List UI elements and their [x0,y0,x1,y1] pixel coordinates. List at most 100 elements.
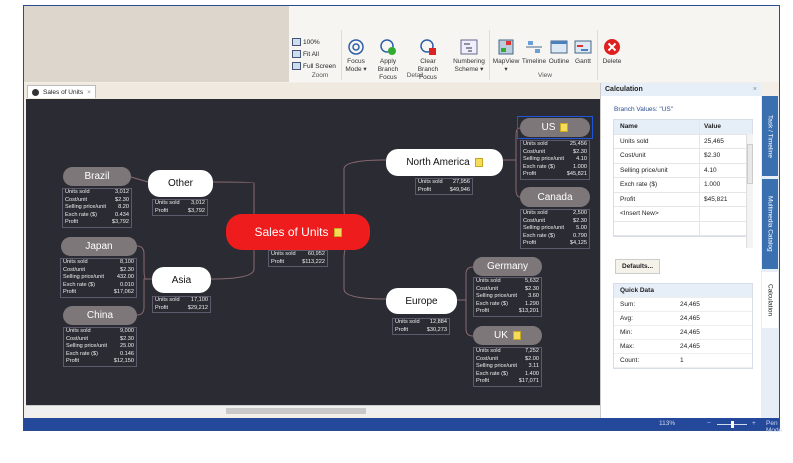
data-row: Cost/unit $2.00 [476,356,539,364]
note-icon[interactable] [474,158,483,167]
cell-value: 4.10 [704,166,717,174]
data-label: Selling price/unit [523,225,565,232]
delete-button[interactable]: Delete [600,38,624,66]
data-value: 8.20 [118,204,129,211]
grid-row[interactable]: Max: 24,465 [614,340,752,354]
data-row: Selling price/unit 8.20 [65,204,129,212]
data-value: $2.30 [120,335,134,342]
data-value: 2,500 [573,210,587,216]
data-value: 9,000 [120,328,134,334]
mind-map-canvas[interactable]: Sales of Units Units sold 60,952 Profit $113… [26,99,600,405]
topic-europe[interactable]: Europe [386,288,457,314]
data-row: Cost/unit $2.30 [65,197,129,205]
close-tab-icon[interactable]: × [87,89,91,96]
defaults-button[interactable]: Defaults... [615,259,661,274]
grid-row[interactable]: Min: 24,465 [614,326,752,340]
status-bar: 113% − + Pen Mode [24,418,782,434]
data-label: Selling price/unit [523,156,565,163]
grid-row[interactable]: Selling price/unit 4.10 [614,163,752,178]
cell-name [614,221,700,235]
zoom-100-button[interactable]: 100% [292,38,320,46]
timeline-button[interactable]: Timeline [521,38,547,66]
grid-row[interactable]: Sum: 24,465 [614,298,752,312]
data-row: Units sold 60,952 [271,251,325,259]
topic-japan[interactable]: Japan [61,237,137,256]
data-value: $49,946 [449,186,470,193]
zoom-slider-thumb[interactable] [731,421,734,428]
cell-name: Exch rate ($) [614,178,700,192]
cell-name: Selling price/unit [614,163,700,177]
data-value: 1.290 [525,300,539,307]
cell-name: Sum: [620,301,636,308]
document-tab[interactable]: Sales of Units × [27,85,96,98]
data-row: Exch rate ($) 1.400 [476,371,539,379]
topic-other[interactable]: Other [148,170,213,197]
data-row: Exch rate ($) 0.790 [523,233,587,241]
data-label: Units sold [476,278,501,284]
tab-calculation[interactable]: Calculation [762,272,778,328]
topic-asia[interactable]: Asia [152,267,211,293]
note-icon[interactable] [333,227,342,237]
zoom-out-button[interactable]: − [707,420,711,427]
horizontal-scrollbar[interactable] [26,405,600,415]
tab-multimedia-catalog[interactable]: Multimedia Catalog [762,179,778,269]
grid-scrollbar[interactable] [746,134,753,248]
topic-label: UK [494,330,508,341]
data-value: $2.00 [525,355,539,362]
topic-germany[interactable]: Germany [473,257,542,276]
grid-row[interactable]: Profit $45,821 [614,192,752,207]
data-row: Profit $13,201 [476,308,539,316]
topic-data-table: Units sold 3,012 Profit $3,792 [152,199,208,217]
data-value: 3.11 [528,363,539,370]
grid-row[interactable]: Exch rate ($) 1.000 [614,178,752,193]
scrollbar-thumb[interactable] [226,408,366,414]
tab-task-timeline[interactable]: Task / Timeline [762,96,778,176]
data-label: Units sold [395,319,420,325]
data-label: Profit [66,358,80,365]
fit-all-button[interactable]: Fit All [292,50,319,58]
cell-name: Profit [614,192,700,206]
topic-data-table: Units sold 9,000 Cost/unit $2.30 Selling pri… [63,327,137,367]
grid-row[interactable]: Avg: 24,465 [614,312,752,326]
topic-canada[interactable]: Canada [520,187,590,207]
cell-name: Cost/unit [614,149,700,163]
pen-mode-label: Pen Mode [766,420,783,434]
gantt-button[interactable]: Gantt [572,38,594,66]
grid-row[interactable]: Count: 1 [614,354,752,368]
data-value: 432.00 [116,274,134,281]
grid-row[interactable] [614,221,752,236]
data-row: Profit $3,792 [65,219,129,227]
data-row: Cost/unit $2.30 [523,218,587,226]
data-row: Units sold 3,012 [65,189,129,197]
data-value: 0.146 [120,350,134,357]
data-label: Selling price/unit [476,293,518,300]
topic-data-table: Units sold 3,012 Cost/unit $2.30 Selling pri… [62,188,132,228]
close-panel-icon[interactable]: × [753,86,757,93]
cell-value: 1 [680,357,684,364]
topic-china[interactable]: China [63,306,137,325]
data-value: 1.000 [573,163,587,170]
topic-uk[interactable]: UK [473,326,542,345]
topic-north-america[interactable]: North America [386,149,503,176]
clear-focus-icon [420,39,436,55]
data-label: Exch rate ($) [63,281,96,288]
grid-row[interactable]: Units sold 25,465 [614,134,752,149]
note-icon[interactable] [512,331,521,340]
branch-values-label: Branch Values: "US" [614,106,674,113]
focus-mode-button[interactable]: Focus Mode ▾ [343,38,369,74]
numbering-scheme-button[interactable]: Numbering Scheme ▾ [451,38,487,74]
grid-row[interactable]: Cost/unit $2.30 [614,149,752,164]
full-screen-button[interactable]: Full Screen [292,62,336,70]
mapview-button[interactable]: MapView ▾ [492,38,520,74]
topic-data-table: Units sold 8,100 Cost/unit $2.30 Selling pri… [60,258,137,298]
data-value: $2.30 [573,148,587,155]
topic-brazil[interactable]: Brazil [63,167,131,186]
data-row: Profit $29,212 [155,305,208,313]
zoom-in-button[interactable]: + [752,420,756,427]
topic-sales-of-units[interactable]: Sales of Units [226,214,370,250]
topic-data-table: Units sold 27,956 Profit $49,946 [415,178,473,196]
outline-button[interactable]: Outline [547,38,571,66]
cell-name: Count: [620,357,640,364]
topic-label: North America [406,157,470,168]
grid-row[interactable]: <Insert New> [614,207,752,222]
